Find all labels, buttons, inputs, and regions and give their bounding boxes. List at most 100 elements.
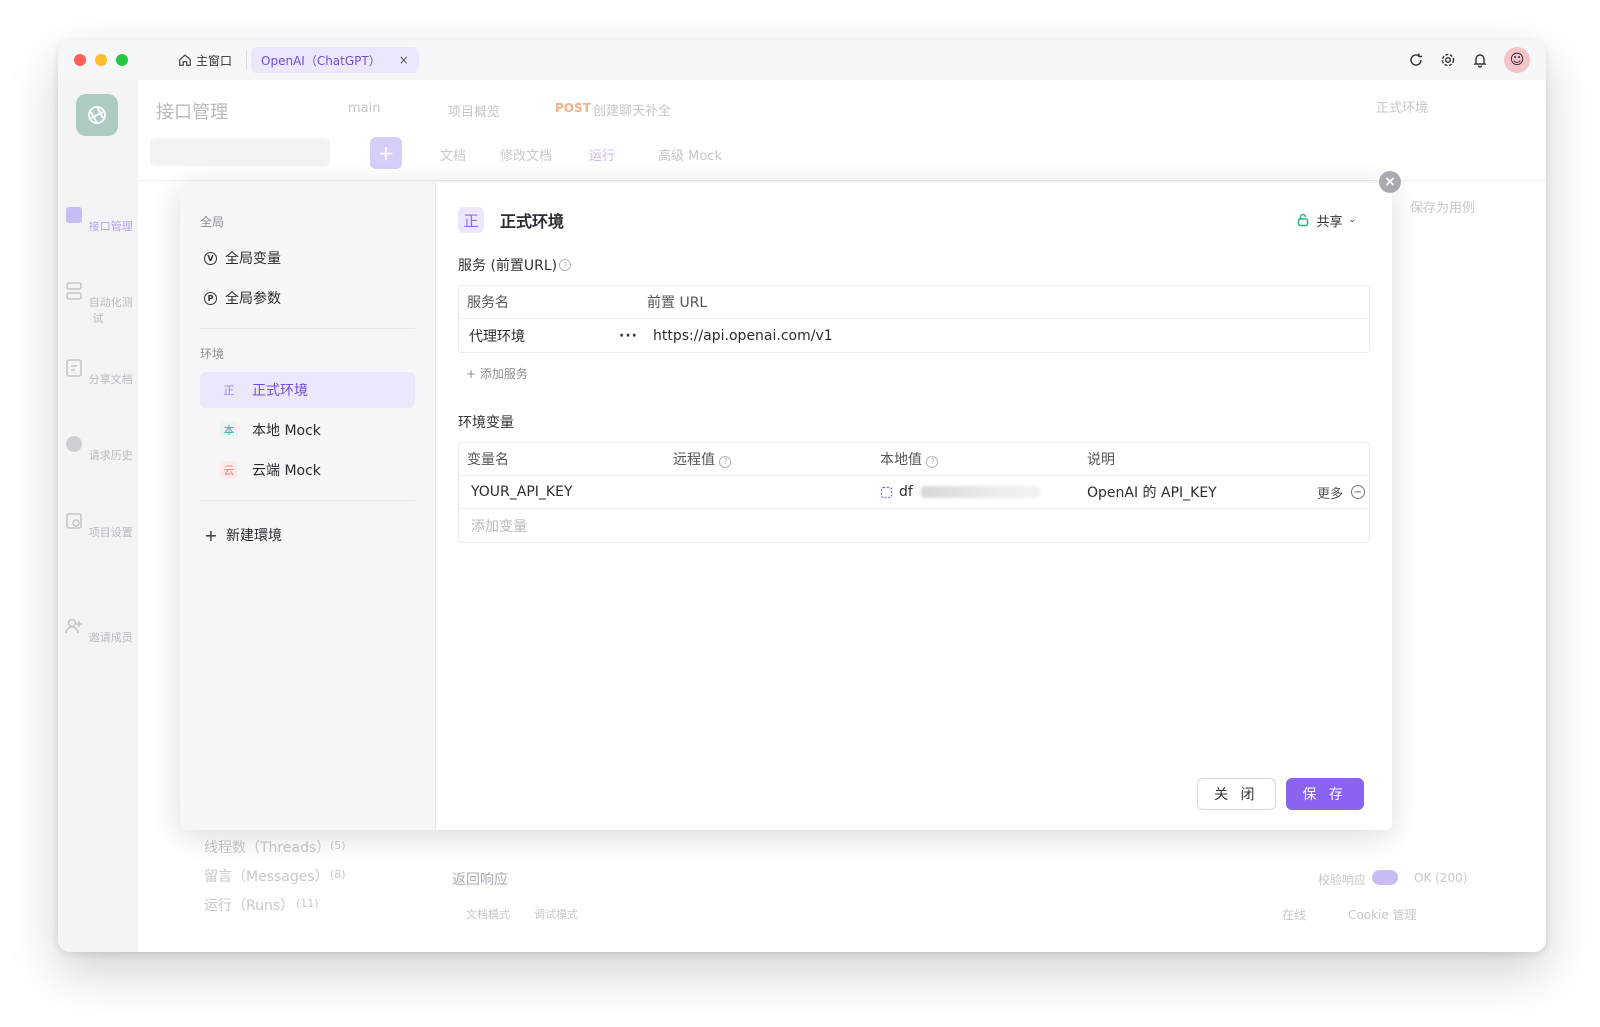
zoom-window-button[interactable] (116, 54, 128, 66)
folder-runs[interactable]: 运行（Runs） (204, 895, 294, 915)
env-item-local-mock[interactable]: 本 本地 Mock (200, 412, 415, 448)
help-icon[interactable]: ? (926, 455, 939, 468)
tab-project-overview[interactable]: 项目概览 (448, 101, 500, 120)
api-search-input[interactable] (150, 138, 330, 166)
chevron-down-icon: ⌄ (1348, 215, 1356, 225)
close-window-button[interactable] (74, 54, 86, 66)
service-url-cell[interactable]: https://api.openai.com/v1 (645, 328, 833, 344)
env-label: 正式环境 (252, 383, 308, 399)
more-dots-icon[interactable]: ··· (619, 328, 645, 344)
services-label: 服务 (前置URL) ? (458, 255, 1370, 275)
variable-name-cell[interactable]: YOUR_API_KEY (459, 484, 665, 500)
local-value-cell[interactable]: df (872, 484, 1079, 500)
validate-response-switch[interactable] (1372, 870, 1398, 885)
new-environment-button[interactable]: + 新建環境 (200, 517, 415, 553)
openai-logo (76, 94, 118, 136)
debug-mode-button[interactable]: 调试模式 (534, 906, 578, 922)
folder-count: (11) (296, 897, 319, 910)
cookie-manager-link[interactable]: Cookie 管理 (1348, 906, 1417, 923)
variables-label-text: 环境变量 (458, 415, 514, 431)
validate-response-label: 校验响应 (1318, 873, 1367, 887)
global-section-title: 全局 (200, 215, 225, 229)
close-button[interactable]: 关 闭 (1197, 778, 1276, 810)
folder-messages[interactable]: 留言（Messages） (204, 866, 329, 886)
tab-divider (246, 51, 248, 69)
description-cell[interactable]: OpenAI 的 API_KEY (1079, 482, 1309, 502)
env-item-cloud-mock[interactable]: 云 云端 Mock (200, 452, 415, 488)
rail-item-invite[interactable]: 邀请成员 (58, 615, 138, 645)
save-button[interactable]: 保 存 (1285, 778, 1364, 810)
save-as-case-button[interactable]: 保存为用例 (1410, 197, 1475, 216)
rail-item-label: 请求历史 (88, 449, 133, 462)
rail-item-history[interactable]: 请求历史 (58, 433, 138, 463)
doc-mode-button[interactable]: 文档模式 (466, 906, 510, 922)
more-button[interactable]: 更多 (1317, 483, 1343, 502)
folder-count: (5) (330, 839, 346, 852)
rail-item-automation[interactable]: 自动化测试 (58, 280, 138, 326)
modal-sidebar: 全局 V 全局变量 P 全局参数 环境 正 正式环境 本 本地 Mock 云 云… (180, 183, 436, 830)
table-row: 添加变量 (459, 509, 1369, 542)
project-tab-label: OpenAI（ChatGPT） (261, 53, 381, 68)
env-badge: 本 (220, 421, 238, 439)
branch-selector[interactable]: main (348, 101, 380, 116)
header-divider (138, 180, 1546, 181)
share-dropdown[interactable]: 共享 ⌄ (1296, 211, 1356, 230)
titlebar: 主窗口 OpenAI（ChatGPT） × ☺ (58, 40, 1546, 80)
page-title: 接口管理 (156, 102, 228, 123)
global-variables-item[interactable]: V 全局变量 (200, 240, 415, 276)
env-item-production[interactable]: 正 正式环境 (200, 372, 415, 408)
help-icon[interactable]: ? (559, 259, 572, 271)
add-service-button[interactable]: + 添加服务 (458, 365, 1370, 382)
col-remote-value: 远程值 ? (665, 449, 872, 469)
col-prefix-url: 前置 URL (647, 295, 708, 311)
col-remote-value-label: 远程值 (673, 452, 715, 468)
env-badge: 云 (220, 461, 238, 479)
gear-icon[interactable] (1440, 52, 1456, 68)
refresh-icon[interactable] (1408, 52, 1424, 68)
param-circle-icon: P (204, 291, 217, 305)
subtab-advanced-mock[interactable]: 高级 Mock (658, 145, 722, 164)
global-params-item[interactable]: P 全局参数 (200, 280, 415, 316)
masked-value (920, 486, 1041, 498)
new-environment-label: 新建環境 (226, 528, 282, 544)
plus-icon: + (204, 525, 218, 545)
home-tab[interactable]: 主窗口 (168, 47, 242, 73)
project-tab[interactable]: OpenAI（ChatGPT） × (251, 47, 419, 73)
minimize-window-button[interactable] (95, 54, 107, 66)
env-title[interactable]: 正式环境 (500, 208, 564, 232)
variables-table: 变量名 远程值 ? 本地值 ? 说明 YOUR_API_KEY df OpenA… (458, 442, 1370, 543)
avatar-face-icon: ☺ (1509, 52, 1525, 68)
folder-threads[interactable]: 线程数（Threads） (204, 837, 330, 857)
online-status[interactable]: 在线 (1282, 906, 1306, 923)
help-icon[interactable]: ? (719, 455, 732, 468)
invite-user-icon (65, 618, 83, 634)
user-avatar[interactable]: ☺ (1504, 47, 1530, 73)
rail-item-label: 邀请成员 (88, 631, 133, 644)
subtab-docs[interactable]: 文档 (440, 145, 466, 164)
add-variable-input[interactable]: 添加变量 (459, 516, 527, 536)
col-variable-name: 变量名 (467, 452, 509, 468)
sync-icon[interactable] (880, 486, 893, 499)
variable-circle-icon: V (204, 251, 217, 265)
remove-circle-icon[interactable]: − (1351, 485, 1365, 499)
left-rail: 接口管理 自动化测试 分享文档 请求历史 项目设置 邀请成员 (58, 80, 138, 952)
add-api-button[interactable]: + (370, 137, 402, 169)
subtab-run[interactable]: 运行 (589, 145, 615, 164)
response-status[interactable]: OK (200) (1414, 871, 1467, 885)
service-name-cell[interactable]: 代理环境 (459, 326, 619, 346)
lock-open-icon (1298, 213, 1309, 227)
modal-close-icon[interactable]: × (1379, 171, 1401, 193)
subtab-edit-docs[interactable]: 修改文档 (500, 145, 552, 164)
tab-create-chat-completion[interactable]: 创建聊天补全 (593, 100, 671, 119)
close-tab-icon[interactable]: × (399, 53, 409, 67)
env-label: 云端 Mock (252, 463, 321, 479)
rail-item-settings[interactable]: 项目设置 (58, 510, 138, 540)
return-response-toggle[interactable]: 返回响应 (452, 869, 508, 889)
environment-selector[interactable]: 正式环境 (1376, 97, 1428, 116)
stage: 主窗口 OpenAI（ChatGPT） × ☺ 接口管理 自动化测试 分享文档 (0, 0, 1600, 1027)
rail-item-api[interactable]: 接口管理 (58, 204, 138, 234)
environment-modal: 全局 V 全局变量 P 全局参数 环境 正 正式环境 本 本地 Mock 云 云… (180, 183, 1392, 830)
rail-item-share-docs[interactable]: 分享文档 (58, 357, 138, 387)
bell-icon[interactable] (1472, 52, 1488, 68)
rail-item-label: 项目设置 (88, 526, 133, 539)
